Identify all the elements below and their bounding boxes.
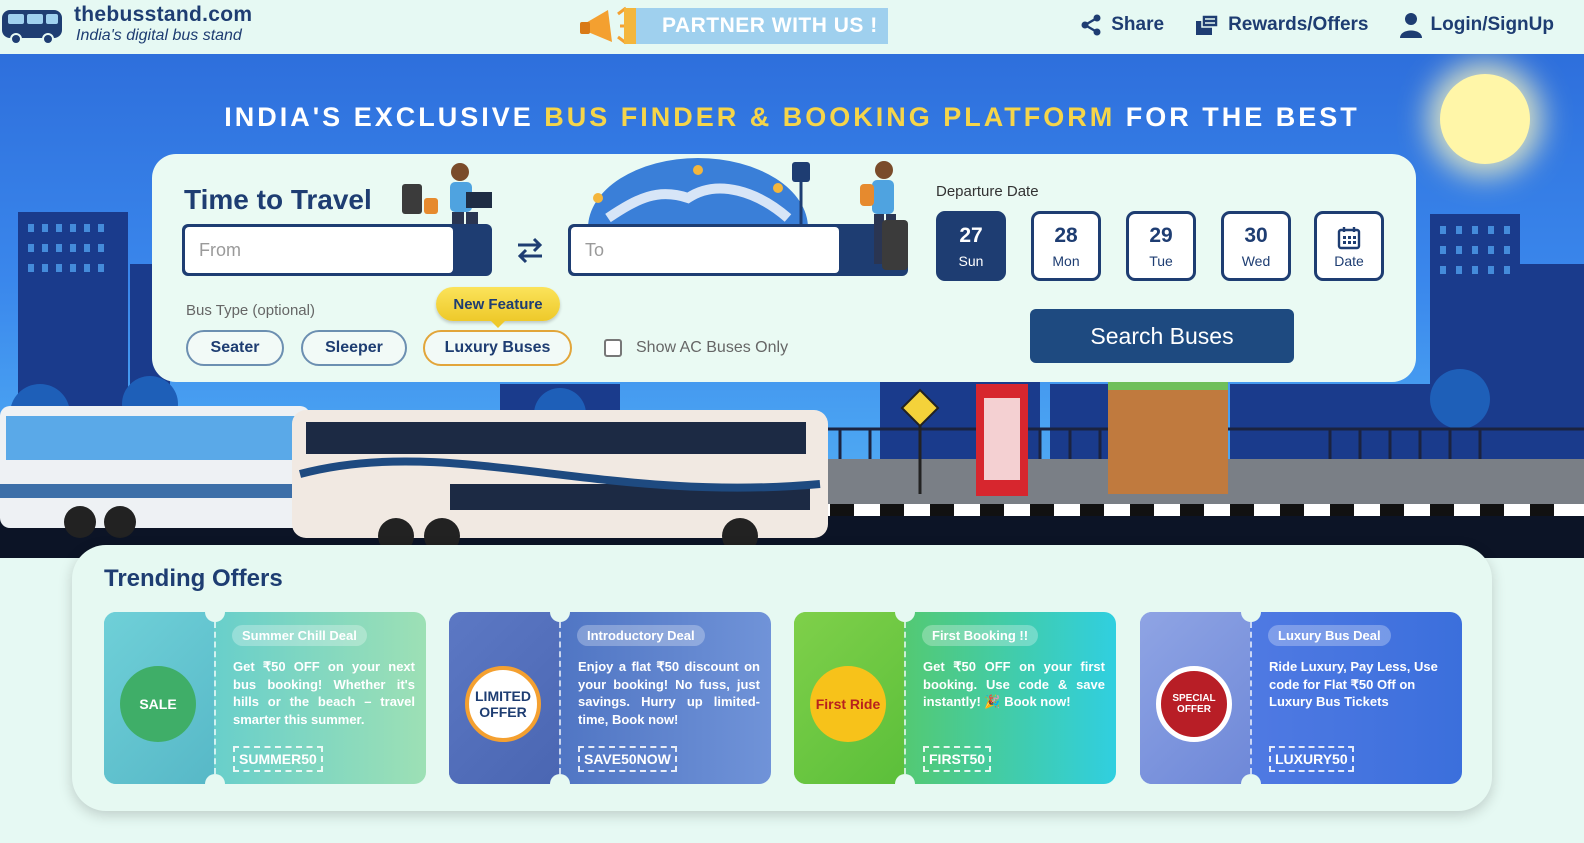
date-number: 30 bbox=[1244, 224, 1268, 247]
ticket-notch bbox=[205, 774, 225, 784]
offer-tag: First Booking !! bbox=[922, 625, 1039, 646]
hero-title: INDIA'S EXCLUSIVE BUS FINDER & BOOKING P… bbox=[0, 102, 1584, 133]
ticket-perforation bbox=[214, 622, 216, 774]
offer-code[interactable]: SUMMER50 bbox=[233, 746, 323, 772]
share-icon bbox=[1081, 14, 1101, 36]
offer-card-introductory[interactable]: LIMITED OFFER Introductory Deal Enjoy a … bbox=[449, 612, 771, 784]
partner-with-us-button[interactable]: PARTNER WITH US ! bbox=[578, 4, 888, 48]
hero-title-pre: INDIA'S EXCLUSIVE bbox=[224, 102, 545, 132]
offer-code[interactable]: LUXURY50 bbox=[1269, 746, 1354, 772]
login-signup-label: Login/SignUp bbox=[1430, 14, 1554, 35]
rewards-offers-link[interactable]: Rewards/Offers bbox=[1194, 13, 1369, 37]
offer-tag: Introductory Deal bbox=[577, 625, 705, 646]
swap-arrows-icon[interactable] bbox=[514, 234, 546, 266]
date-number: 28 bbox=[1054, 224, 1078, 247]
ac-only-label: Show AC Buses Only bbox=[636, 339, 789, 356]
bus-logo-icon bbox=[2, 10, 62, 45]
limited-offer-badge-icon: LIMITED OFFER bbox=[465, 666, 541, 742]
offer-description: Ride Luxury, Pay Less, Use code for Flat… bbox=[1269, 659, 1438, 709]
offer-tag: Summer Chill Deal bbox=[232, 625, 367, 646]
from-field-wrap bbox=[182, 224, 492, 276]
megaphone-icon bbox=[580, 6, 629, 45]
date-weekday: Mon bbox=[1052, 253, 1080, 269]
offer-description: Get ₹50 OFF on your first booking. Use c… bbox=[923, 659, 1105, 709]
rewards-offers-label: Rewards/Offers bbox=[1228, 14, 1369, 35]
bus-type-sleeper[interactable]: Sleeper bbox=[301, 330, 407, 366]
search-buses-button[interactable]: Search Buses bbox=[1030, 309, 1294, 363]
logo[interactable]: thebusstand.com India's digital bus stan… bbox=[0, 2, 252, 46]
brand-tagline: India's digital bus stand bbox=[76, 27, 242, 44]
date-option-27[interactable]: 27 Sun bbox=[936, 211, 1006, 281]
partner-label: PARTNER WITH US ! bbox=[624, 8, 888, 44]
date-picker-button[interactable]: Date bbox=[1314, 211, 1384, 281]
date-option-29[interactable]: 29 Tue bbox=[1126, 211, 1196, 281]
date-picker-label: Date bbox=[1334, 253, 1364, 269]
departure-date-label: Departure Date bbox=[936, 183, 1039, 200]
offer-description: Get ₹50 OFF on your next bus booking! Wh… bbox=[233, 659, 415, 727]
search-card: Time to Travel From To Departure Date 27… bbox=[152, 154, 1416, 382]
offer-tag: Luxury Bus Deal bbox=[1268, 625, 1391, 646]
traveller-suitcase-illustration bbox=[860, 161, 908, 270]
new-feature-badge: New Feature bbox=[436, 287, 560, 328]
offer-card-summer[interactable]: SALE Summer Chill Deal Get ₹50 OFF on yo… bbox=[104, 612, 426, 784]
date-weekday: Sun bbox=[958, 253, 984, 269]
bus-type-seater[interactable]: Seater bbox=[186, 330, 284, 366]
ac-only-checkbox-row[interactable]: Show AC Buses Only bbox=[604, 339, 788, 357]
globe-illustration bbox=[588, 158, 810, 228]
ticket-perforation bbox=[904, 622, 906, 774]
date-number: 29 bbox=[1149, 224, 1173, 247]
ticket-perforation bbox=[559, 622, 561, 774]
top-header: thebusstand.com India's digital bus stan… bbox=[0, 0, 1584, 54]
ticket-notch bbox=[1241, 774, 1261, 784]
to-input[interactable] bbox=[571, 227, 839, 273]
user-icon bbox=[1399, 13, 1422, 38]
calendar-icon bbox=[1337, 227, 1361, 250]
login-signup-link[interactable]: Login/SignUp bbox=[1399, 12, 1554, 38]
offer-description: Enjoy a flat ₹50 discount on your bookin… bbox=[578, 659, 760, 727]
ticket-notch bbox=[550, 774, 570, 784]
special-offer-badge-icon: SPECIAL OFFER bbox=[1156, 666, 1232, 742]
first-ride-badge-icon: First Ride bbox=[810, 666, 886, 742]
header-nav: Share Rewards/Offers Login/SignUp bbox=[1079, 12, 1554, 38]
brand-name: thebusstand.com bbox=[74, 3, 253, 26]
share-link[interactable]: Share bbox=[1079, 13, 1164, 37]
hero-title-post: FOR THE BEST bbox=[1115, 102, 1360, 132]
from-input[interactable] bbox=[185, 227, 453, 273]
hero-title-highlight: BUS FINDER & BOOKING PLATFORM bbox=[544, 102, 1116, 132]
bus-type-luxury[interactable]: Luxury Buses bbox=[423, 330, 572, 366]
hero-banner: INDIA'S EXCLUSIVE BUS FINDER & BOOKING P… bbox=[0, 54, 1584, 558]
ticket-perforation bbox=[1250, 622, 1252, 774]
time-to-travel-heading: Time to Travel bbox=[184, 184, 372, 215]
trending-offers-section: Trending Offers SALE Summer Chill Deal G… bbox=[72, 545, 1492, 811]
date-weekday: Tue bbox=[1149, 253, 1173, 269]
share-label: Share bbox=[1111, 14, 1165, 35]
date-weekday: Wed bbox=[1241, 253, 1271, 269]
date-number: 27 bbox=[959, 224, 983, 247]
ticket-notch bbox=[895, 774, 915, 784]
offer-card-first-booking[interactable]: First Ride First Booking !! Get ₹50 OFF … bbox=[794, 612, 1116, 784]
bus-type-label: Bus Type (optional) bbox=[186, 302, 315, 319]
offer-card-luxury[interactable]: SPECIAL OFFER Luxury Bus Deal Ride Luxur… bbox=[1140, 612, 1462, 784]
offer-code[interactable]: FIRST50 bbox=[923, 746, 992, 772]
summer-sale-badge-icon: SALE bbox=[120, 666, 196, 742]
ac-only-checkbox[interactable] bbox=[604, 339, 622, 357]
trending-offers-title: Trending Offers bbox=[104, 565, 283, 592]
date-option-28[interactable]: 28 Mon bbox=[1031, 211, 1101, 281]
date-option-30[interactable]: 30 Wed bbox=[1221, 211, 1291, 281]
offer-code[interactable]: SAVE50NOW bbox=[578, 746, 677, 772]
rewards-icon bbox=[1196, 14, 1219, 35]
